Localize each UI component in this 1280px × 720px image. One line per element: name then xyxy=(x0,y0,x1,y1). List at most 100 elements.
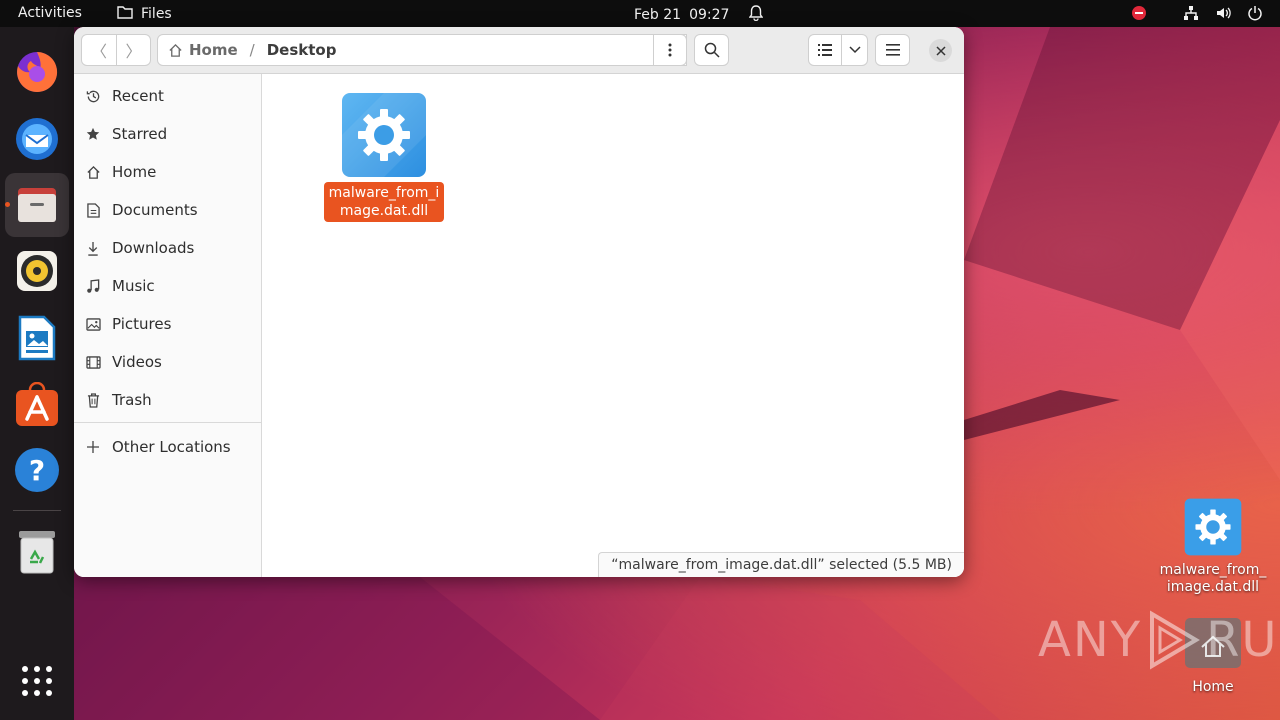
show-apps-button[interactable] xyxy=(13,657,61,705)
sidebar-item-label: Documents xyxy=(112,201,198,219)
path-separator: / xyxy=(249,41,255,59)
status-bar: “malware_from_image.dat.dll” selected (5… xyxy=(598,552,964,577)
trash-icon xyxy=(74,392,112,408)
help-icon: ? xyxy=(15,448,59,492)
sidebar-item-label: Recent xyxy=(112,87,164,105)
thunderbird-icon xyxy=(16,118,58,160)
view-options-button[interactable] xyxy=(841,34,868,66)
rhythmbox-launcher[interactable] xyxy=(13,247,61,295)
sidebar: Recent Starred Home Documents Downloads … xyxy=(74,74,262,577)
kebab-menu-icon xyxy=(668,43,672,57)
writer-icon xyxy=(18,315,56,361)
files-window: 〈 〉 Home / Desktop Recent Starred Home D… xyxy=(74,27,964,577)
sidebar-item-trash[interactable]: Trash xyxy=(74,383,262,417)
time-label: 09:27 xyxy=(689,7,730,23)
home-icon xyxy=(74,165,112,180)
settings-file-icon xyxy=(342,93,426,177)
top-bar: Activities Files Feb 21 09:27 xyxy=(0,0,1280,27)
app-menu-button[interactable]: Files xyxy=(117,5,172,23)
activities-button[interactable]: Activities xyxy=(18,5,82,21)
watermark-text-left: ANY xyxy=(1038,612,1143,668)
notification-bell-icon xyxy=(749,5,764,25)
file-view[interactable]: malware_from_image.dat.dll “malware_from… xyxy=(262,74,964,577)
sidebar-item-documents[interactable]: Documents xyxy=(74,193,262,227)
desktop-file-label: malware_from_image.dat.dll xyxy=(1159,562,1267,595)
sidebar-item-music[interactable]: Music xyxy=(74,269,262,303)
volume-icon[interactable] xyxy=(1214,4,1232,22)
sidebar-item-label: Pictures xyxy=(112,315,172,333)
path-bar: Home / Desktop xyxy=(157,34,687,66)
file-name-label: malware_from_image.dat.dll xyxy=(324,182,444,222)
download-icon xyxy=(74,241,112,256)
sidebar-item-label: Starred xyxy=(112,125,168,143)
sidebar-item-other-locations[interactable]: Other Locations xyxy=(74,430,262,464)
system-tray[interactable] xyxy=(1130,4,1264,22)
view-toggle-button[interactable] xyxy=(808,34,842,66)
hamburger-icon xyxy=(885,44,900,56)
anyrun-watermark: ANY RUN xyxy=(1038,610,1280,670)
power-icon[interactable] xyxy=(1246,4,1264,22)
desktop-home-label: Home xyxy=(1192,679,1234,695)
clock-button[interactable]: Feb 21 09:27 xyxy=(634,5,764,25)
sidebar-item-label: Music xyxy=(112,277,155,295)
files-icon xyxy=(18,188,56,222)
sidebar-item-downloads[interactable]: Downloads xyxy=(74,231,262,265)
dock-separator xyxy=(13,510,61,511)
thunderbird-launcher[interactable] xyxy=(13,114,61,162)
clock-icon xyxy=(74,89,112,104)
files-launcher[interactable] xyxy=(13,181,61,229)
sidebar-item-videos[interactable]: Videos xyxy=(74,345,262,379)
path-menu-button[interactable] xyxy=(653,34,687,66)
sidebar-item-recent[interactable]: Recent xyxy=(74,79,262,113)
chevron-right-icon: 〉 xyxy=(125,42,142,61)
document-icon xyxy=(74,202,112,218)
play-logo-icon xyxy=(1150,610,1200,670)
app-name: Files xyxy=(141,6,172,22)
sidebar-item-label: Other Locations xyxy=(112,438,231,456)
sidebar-item-label: Trash xyxy=(112,391,152,409)
sidebar-item-pictures[interactable]: Pictures xyxy=(74,307,262,341)
folder-icon xyxy=(117,5,133,23)
firefox-icon xyxy=(17,51,58,92)
firefox-launcher[interactable] xyxy=(13,48,61,96)
sidebar-item-label: Downloads xyxy=(112,239,195,257)
search-button[interactable] xyxy=(694,34,729,66)
list-view-icon xyxy=(818,44,832,56)
back-button[interactable]: 〈 xyxy=(82,35,116,65)
trash-launcher[interactable] xyxy=(13,528,61,576)
writer-launcher[interactable] xyxy=(13,314,61,362)
svg-text:?: ? xyxy=(29,454,45,487)
rhythmbox-icon xyxy=(17,251,57,291)
forward-button[interactable]: 〉 xyxy=(115,35,150,65)
chevron-left-icon: 〈 xyxy=(90,42,107,61)
path-current-folder[interactable]: Desktop xyxy=(267,41,337,59)
header-bar: 〈 〉 Home / Desktop xyxy=(74,27,964,74)
help-launcher[interactable]: ? xyxy=(13,446,61,494)
sidebar-item-label: Videos xyxy=(112,353,162,371)
path-home-button[interactable]: Home xyxy=(158,41,238,59)
video-icon xyxy=(74,355,112,369)
picture-icon xyxy=(74,317,112,331)
desktop-file-item[interactable]: malware_from_image.dat.dll xyxy=(1153,498,1273,596)
sidebar-item-home[interactable]: Home xyxy=(74,155,262,189)
star-icon xyxy=(74,127,112,141)
search-icon xyxy=(704,42,720,58)
main-menu-button[interactable] xyxy=(875,34,910,66)
network-icon[interactable] xyxy=(1182,4,1200,22)
home-icon xyxy=(169,43,182,57)
plus-icon xyxy=(74,441,112,453)
date-label: Feb 21 xyxy=(634,7,682,23)
close-button[interactable] xyxy=(929,39,952,62)
sidebar-item-starred[interactable]: Starred xyxy=(74,117,262,151)
watermark-text-right: RUN xyxy=(1206,612,1280,668)
app-center-icon xyxy=(16,382,58,426)
sidebar-separator xyxy=(74,422,262,423)
app-center-launcher[interactable] xyxy=(13,381,61,429)
running-indicator xyxy=(5,202,10,207)
music-icon xyxy=(74,278,112,294)
settings-file-icon xyxy=(1184,498,1242,556)
dock: ? xyxy=(0,27,74,720)
path-home-label: Home xyxy=(189,41,238,59)
chevron-down-icon xyxy=(848,46,861,54)
do-not-disturb-icon[interactable] xyxy=(1130,4,1148,22)
